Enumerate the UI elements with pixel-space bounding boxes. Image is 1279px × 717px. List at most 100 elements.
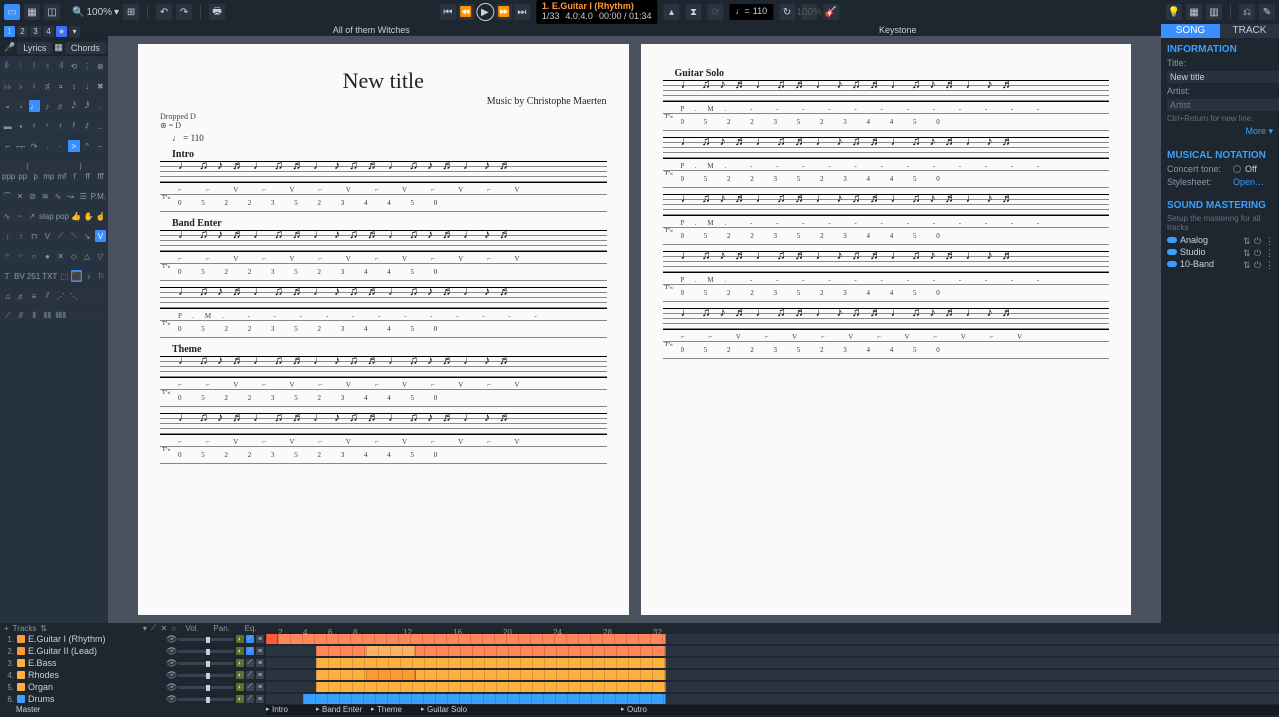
mixer-button[interactable]: ⎌ <box>1239 4 1255 20</box>
pan-knob[interactable]: ◐ <box>236 647 244 655</box>
pan-knob[interactable]: ◐ <box>236 683 244 691</box>
misc-tool[interactable]: ♬ <box>15 290 26 302</box>
page-tab-left[interactable]: All of them Witches <box>108 24 635 36</box>
eq-button-2[interactable]: ≡ <box>256 671 264 679</box>
pop-tool[interactable]: pop <box>56 210 69 222</box>
notation-staff[interactable] <box>663 194 1110 216</box>
technique-tool[interactable]: ∿ <box>2 210 12 222</box>
bar-tool[interactable]: 𝄇 <box>55 60 66 72</box>
volume-slider[interactable] <box>178 638 234 641</box>
palette-page-3[interactable]: 3 <box>30 26 41 37</box>
lyrics-button[interactable]: Lyrics <box>17 42 52 54</box>
rest-tool[interactable]: 𝅁 <box>82 120 93 132</box>
updown-icon[interactable]: ⇅ <box>1243 248 1251 256</box>
palette-page-4[interactable]: 4 <box>43 26 54 37</box>
duration-tool-quarter[interactable]: ♩ <box>29 100 40 112</box>
notation-staff[interactable] <box>663 137 1110 159</box>
text-tool[interactable]: T <box>2 270 12 282</box>
dynamic-mp[interactable]: mp <box>43 170 54 182</box>
articulation-tool[interactable]: ^ <box>82 140 93 152</box>
rest-tool[interactable]: 𝅀 <box>68 120 79 132</box>
show-automations[interactable]: ⟋ <box>151 623 157 633</box>
articulation-tool[interactable]: . <box>42 140 53 152</box>
track-name[interactable]: Drums <box>28 694 163 704</box>
pan-knob[interactable]: ◐ <box>236 671 244 679</box>
ornament-tool[interactable]: ≋ <box>40 190 51 202</box>
pan-knob[interactable]: ◐ <box>236 635 244 643</box>
effect-toggle[interactable] <box>1167 261 1177 267</box>
clip-segment[interactable] <box>366 670 416 680</box>
track-color-swatch[interactable] <box>17 659 25 667</box>
symbol-tool[interactable]: ▽ <box>95 250 106 262</box>
notation-staff[interactable] <box>160 356 607 378</box>
power-icon[interactable]: ⏻ <box>1254 260 1262 268</box>
track-name[interactable]: Rhodes <box>28 670 163 680</box>
accidental-tool[interactable]: ♭ <box>15 80 26 92</box>
visibility-toggle[interactable]: 👁 <box>166 682 176 693</box>
symbol-tool[interactable]: △ <box>82 250 93 262</box>
stroke-tool[interactable]: ⊓ <box>29 230 40 242</box>
misc-tool[interactable]: ⋰ <box>55 290 66 302</box>
symbol-tool[interactable]: 𝄐 <box>2 250 13 262</box>
keyboard-button[interactable]: ▥ <box>1206 4 1222 20</box>
palette-options[interactable]: ▾ <box>69 26 80 37</box>
effect-toggle[interactable] <box>1167 237 1177 243</box>
automation-tool[interactable] <box>95 310 106 322</box>
stroke-tool[interactable]: ↑ <box>15 230 26 242</box>
eq-button-2[interactable]: ≡ <box>256 647 264 655</box>
tab-staff[interactable]: 0 5 2 2 3 5 2 3 4 4 5 0 <box>160 389 607 407</box>
grid-snap-button[interactable]: ⊞ <box>123 4 139 20</box>
articulation-tool[interactable]: · <box>55 140 66 152</box>
notation-staff[interactable] <box>663 80 1110 102</box>
misc-tool[interactable]: ⫽ <box>42 290 53 302</box>
tab-staff[interactable]: 0 5 2 2 3 5 2 3 4 4 5 0 <box>160 446 607 464</box>
palette-page-1[interactable]: 1 <box>4 26 15 37</box>
stroke-tool[interactable]: ⟍ <box>68 230 79 242</box>
tab-staff[interactable]: 0 5 2 2 3 5 2 3 4 4 5 0 <box>663 170 1110 188</box>
palette-page-2[interactable]: 2 <box>17 26 28 37</box>
radio-icon[interactable] <box>1233 165 1241 173</box>
sort-icon[interactable]: ⇅ <box>40 624 47 633</box>
stroke-tool[interactable]: ↘ <box>82 230 93 242</box>
eq-button[interactable]: ⟋ <box>246 635 254 643</box>
visibility-toggle[interactable]: 👁 <box>166 658 176 669</box>
palette-favorites[interactable]: ★ <box>56 26 67 37</box>
fretboard-button[interactable]: ▦ <box>1186 4 1202 20</box>
tab-staff[interactable]: 0 5 2 2 3 5 2 3 4 4 5 0 <box>160 263 607 281</box>
stroke-tool-up[interactable]: V <box>95 230 106 242</box>
volume-slider[interactable] <box>178 686 234 689</box>
volume-slider[interactable] <box>178 662 234 665</box>
technique-tool[interactable]: ~ <box>14 210 24 222</box>
automation-tool[interactable]: ⦀ <box>29 310 40 322</box>
accidental-tool[interactable]: ✖ <box>95 80 106 92</box>
visibility-toggle[interactable]: 👁 <box>166 670 176 681</box>
symbol-tool[interactable]: ● <box>42 250 53 262</box>
dynamic-pp[interactable]: pp <box>17 170 28 182</box>
automation-tool[interactable] <box>82 310 93 322</box>
track-timeline[interactable] <box>266 634 1279 644</box>
dynamic-mf[interactable]: mf <box>56 170 67 182</box>
palm-mute-tool[interactable]: P.M. <box>91 190 106 202</box>
duration-tool[interactable]: 𝅘𝅥𝅰 <box>68 100 79 112</box>
rewind-button[interactable]: ⏪ <box>458 4 474 20</box>
eq-button[interactable]: ⟋ <box>246 659 254 667</box>
tuner-button[interactable]: 🎸 <box>823 4 839 20</box>
effect-toggle[interactable] <box>1167 249 1177 255</box>
track-name[interactable]: E.Bass <box>28 658 163 668</box>
clip-segment[interactable] <box>366 646 416 656</box>
section-marker-theme[interactable]: Theme <box>371 705 402 715</box>
rest-tool[interactable]: 𝄽 <box>29 120 40 132</box>
pan-knob[interactable]: ◐ <box>236 659 244 667</box>
section-marker-solo[interactable]: Guitar Solo <box>421 705 467 715</box>
clip-segment[interactable] <box>266 634 666 644</box>
section-marker-intro[interactable]: Intro <box>266 705 288 715</box>
track-color-swatch[interactable] <box>17 695 25 703</box>
duration-tool[interactable]: ♬ <box>55 100 66 112</box>
symbol-tool[interactable]: ○ <box>29 250 40 262</box>
bar-tool[interactable]: 𝄆 <box>2 60 13 72</box>
updown-icon[interactable]: ⇅ <box>1243 260 1251 268</box>
accidental-tool[interactable]: 𝄪 <box>55 80 66 92</box>
articulation-tool-accent[interactable]: > <box>68 140 79 152</box>
tab-song[interactable]: SONG <box>1161 24 1220 38</box>
section-marker-outro[interactable]: Outro <box>621 705 647 715</box>
